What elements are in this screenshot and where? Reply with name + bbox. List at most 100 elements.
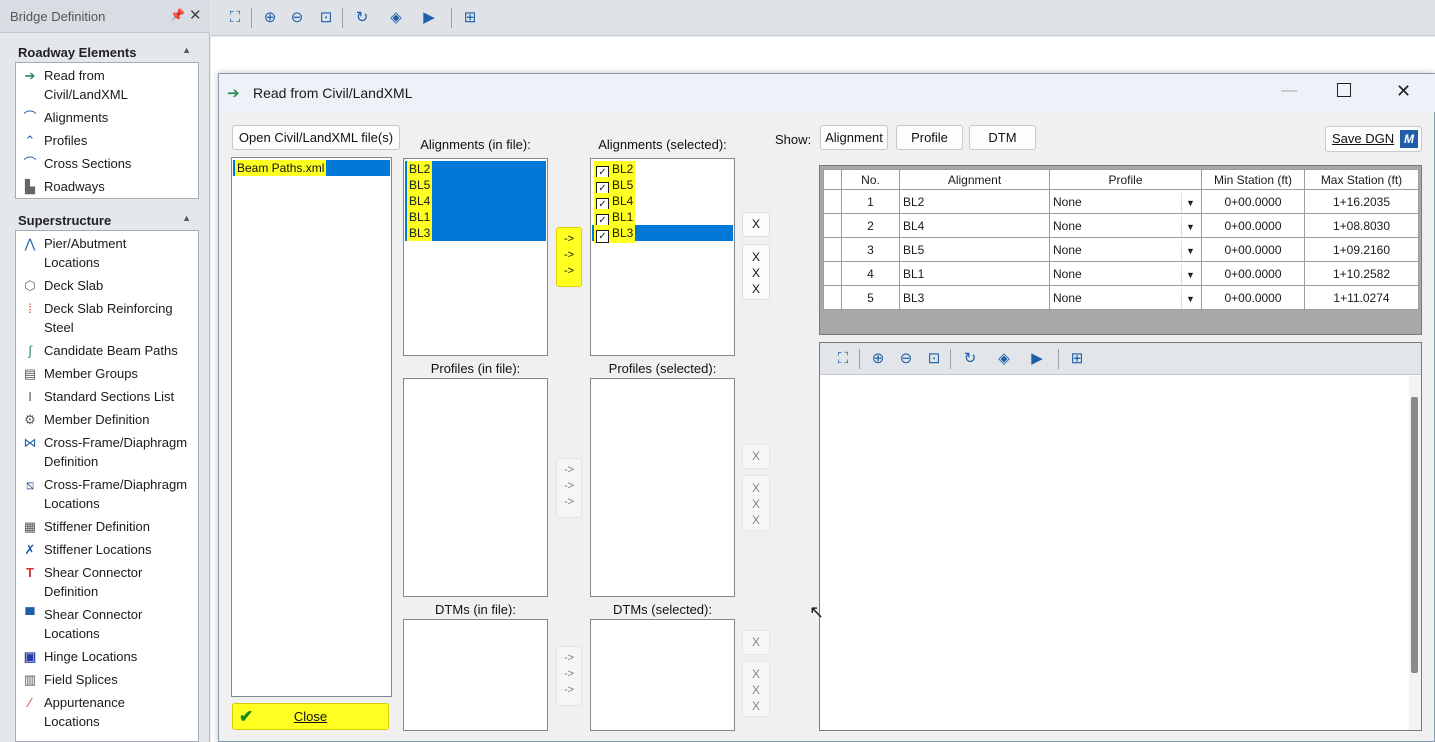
sidebar-item-shear-connector-definition[interactable]: T Shear Connector Definition xyxy=(16,563,198,601)
camera-icon[interactable]: ▶ xyxy=(418,8,440,28)
measure-icon[interactable]: ⊞ xyxy=(459,8,481,28)
zoom-window-icon[interactable]: ⊡ xyxy=(923,349,945,369)
panel-title-bar: Bridge Definition 📌 ✕ xyxy=(0,0,210,33)
rotate-view-icon[interactable]: ↻ xyxy=(959,349,981,369)
zoom-out-icon[interactable]: ⊖ xyxy=(286,8,308,28)
table-row[interactable]: 1 BL2 None ▼ 0+00.0000 1+16.2035 xyxy=(823,189,1419,214)
sidebar-item-pier-abutment[interactable]: ⋀ Pier/Abutment Locations xyxy=(16,234,198,272)
remove-dtm-button[interactable]: X xyxy=(742,630,770,655)
view-3d-icon[interactable]: ◈ xyxy=(993,349,1015,369)
dialog-title-bar: ➔ Read from Civil/LandXML — ✕ xyxy=(219,74,1435,112)
zoom-out-icon[interactable]: ⊖ xyxy=(895,349,917,369)
beam-path-icon: ∫ xyxy=(28,343,32,358)
deck-slab-icon: ⬡ xyxy=(24,278,36,293)
roadway-section-header[interactable]: Roadway Elements ▲ xyxy=(14,42,199,62)
profiles-in-file-list[interactable] xyxy=(403,378,548,597)
list-item[interactable]: ✓ BL1 xyxy=(592,209,733,227)
preview-toolbar: ⛶ ⊕ ⊖ ⊡ ↻ ◈ ▶ ⊞ xyxy=(820,343,1421,375)
list-item[interactable]: ✓ BL2 xyxy=(592,161,733,179)
preview-viewport[interactable]: ⛶ ⊕ ⊖ ⊡ ↻ ◈ ▶ ⊞ xyxy=(819,342,1422,731)
open-file-button[interactable]: Open Civil/LandXML file(s) xyxy=(232,125,400,150)
list-item[interactable]: ✓ BL5 xyxy=(592,177,733,195)
table-row[interactable]: 5 BL3 None ▼ 0+00.0000 1+11.0274 xyxy=(823,285,1419,310)
chevron-down-icon[interactable]: ▼ xyxy=(1181,265,1199,285)
scrollbar-thumb[interactable] xyxy=(1411,397,1418,673)
remove-all-dtms-button[interactable]: X X X xyxy=(742,661,770,717)
zoom-in-icon[interactable]: ⊕ xyxy=(259,8,281,28)
zoom-window-icon[interactable]: ⊡ xyxy=(315,8,337,28)
sidebar-item-deck-slab-reinforcing[interactable]: ⁞ Deck Slab Reinforcing Steel xyxy=(16,299,198,337)
roadway-elements-list: ➔ Read from Civil/LandXML ⌒ Alignments ⌃… xyxy=(15,62,199,199)
checkbox-icon[interactable]: ✓ xyxy=(596,230,609,243)
sidebar-item-read-from-civil[interactable]: ➔ Read from Civil/LandXML xyxy=(16,66,200,104)
sidebar-item-shear-connector-locations[interactable]: ▀ Shear Connector Locations xyxy=(16,605,198,643)
list-item[interactable]: BL2 xyxy=(405,161,546,177)
list-item[interactable]: ✓ BL4 xyxy=(592,193,733,211)
show-dtm-button[interactable]: DTM xyxy=(969,125,1036,150)
bridge-definition-panel: Bridge Definition 📌 ✕ Roadway Elements ▲… xyxy=(0,0,210,742)
save-dgn-button[interactable]: Save DGN M xyxy=(1325,126,1422,152)
profile-select[interactable]: None ▼ xyxy=(1049,261,1202,286)
profile-select[interactable]: None ▼ xyxy=(1049,285,1202,310)
table-row[interactable]: 3 BL5 None ▼ 0+00.0000 1+09.2160 xyxy=(823,237,1419,262)
list-item[interactable]: ✓ BL3 xyxy=(592,225,733,243)
collapse-caret-icon[interactable]: ▲ xyxy=(182,45,191,55)
sidebar-item-cross-frame-definition[interactable]: ⋈ Cross-Frame/Diaphragm Definition xyxy=(16,433,198,471)
fit-view-icon[interactable]: ⛶ xyxy=(224,8,246,28)
fit-view-icon[interactable]: ⛶ xyxy=(832,349,854,369)
chevron-down-icon[interactable]: ▼ xyxy=(1181,193,1199,213)
list-item[interactable]: BL1 xyxy=(405,209,546,225)
dtms-in-file-list[interactable] xyxy=(403,619,548,731)
close-icon[interactable]: ✕ xyxy=(1396,81,1411,102)
add-profiles-button[interactable]: -> -> -> xyxy=(556,458,582,518)
profile-select[interactable]: None ▼ xyxy=(1049,213,1202,238)
camera-icon[interactable]: ▶ xyxy=(1026,349,1048,369)
sidebar-item-cross-frame-locations[interactable]: ⧅ Cross-Frame/Diaphragm Locations xyxy=(16,475,198,513)
dtms-selected-list[interactable] xyxy=(590,619,735,731)
profile-select[interactable]: None ▼ xyxy=(1049,237,1202,262)
add-dtms-button[interactable]: -> -> -> xyxy=(556,646,582,706)
show-label: Show: xyxy=(775,132,812,147)
profile-icon: ⌃ xyxy=(24,133,36,148)
sidebar-item-appurtenance-locations[interactable]: ⁄ Appurtenance Locations xyxy=(16,693,198,731)
maximize-icon[interactable] xyxy=(1337,83,1351,97)
view-3d-icon[interactable]: ◈ xyxy=(385,8,407,28)
panel-title: Bridge Definition xyxy=(10,9,106,24)
pin-icon[interactable]: 📌 xyxy=(170,8,185,22)
close-icon[interactable]: ✕ xyxy=(189,6,202,24)
add-alignments-button[interactable]: -> -> -> xyxy=(556,227,582,287)
show-alignment-button[interactable]: Alignment xyxy=(820,125,888,150)
alignment-table: No. Alignment Profile Min Station (ft) M… xyxy=(819,165,1422,335)
remove-all-profiles-button[interactable]: X X X xyxy=(742,475,770,531)
table-row[interactable]: 4 BL1 None ▼ 0+00.0000 1+10.2582 xyxy=(823,261,1419,286)
superstructure-section-header[interactable]: Superstructure ▲ xyxy=(14,210,199,230)
table-row[interactable]: 2 BL4 None ▼ 0+00.0000 1+08.8030 xyxy=(823,213,1419,238)
shear-connector-icon: T xyxy=(26,565,34,580)
table-header-row: No. Alignment Profile Min Station (ft) M… xyxy=(823,169,1419,190)
profile-select[interactable]: None ▼ xyxy=(1049,189,1202,214)
file-list[interactable]: Beam Paths.xml xyxy=(231,157,392,697)
zoom-in-icon[interactable]: ⊕ xyxy=(867,349,889,369)
remove-profile-button[interactable]: X xyxy=(742,444,770,469)
rotate-view-icon[interactable]: ↻ xyxy=(351,8,373,28)
remove-all-alignments-button[interactable]: X X X xyxy=(742,244,770,300)
list-item[interactable]: BL3 xyxy=(405,225,546,241)
list-item[interactable]: BL5 xyxy=(405,177,546,193)
view-toolbar: ⛶ ⊕ ⊖ ⊡ ↻ ◈ ▶ ⊞ xyxy=(211,0,1435,36)
chevron-down-icon[interactable]: ▼ xyxy=(1181,217,1199,237)
list-item[interactable]: Beam Paths.xml xyxy=(233,160,390,176)
dialog-title: Read from Civil/LandXML xyxy=(253,85,413,101)
roadway-section-title: Roadway Elements xyxy=(18,45,137,60)
chevron-down-icon[interactable]: ▼ xyxy=(1181,241,1199,261)
minimize-icon[interactable]: — xyxy=(1281,82,1297,100)
remove-alignment-button[interactable]: X xyxy=(742,212,770,237)
chevron-down-icon[interactable]: ▼ xyxy=(1181,289,1199,309)
alignments-in-file-list[interactable]: BL2 BL5 BL4 BL1 BL3 xyxy=(403,158,548,356)
close-button[interactable]: ✔ Close xyxy=(232,703,389,730)
profiles-selected-list[interactable] xyxy=(590,378,735,597)
alignments-selected-list[interactable]: ✓ BL2 ✓ BL5 ✓ BL4 ✓ BL1 ✓ BL3 xyxy=(590,158,735,356)
show-profile-button[interactable]: Profile xyxy=(896,125,963,150)
measure-icon[interactable]: ⊞ xyxy=(1066,349,1088,369)
list-item[interactable]: BL4 xyxy=(405,193,546,209)
collapse-caret-icon[interactable]: ▲ xyxy=(182,213,191,223)
